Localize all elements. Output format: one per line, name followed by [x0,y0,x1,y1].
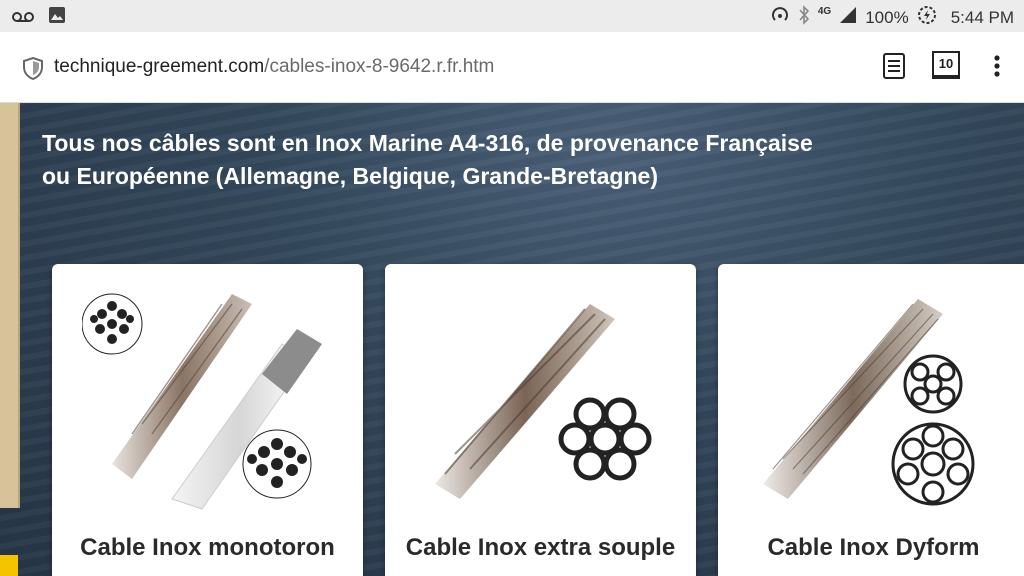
product-card-monotoron[interactable]: Cable Inox monotoron [52,264,363,576]
browser-toolbar: technique-greement.com/cables-inox-8-964… [0,32,1024,103]
signal-icon [839,6,857,29]
network-type: 4G [817,6,832,17]
reader-mode-icon[interactable] [882,52,906,85]
product-title[interactable]: Cable Inox Dyform [718,534,1024,562]
address-bar[interactable]: technique-greement.com/cables-inox-8-964… [54,56,494,78]
status-bar: 4G 100% 5:44 PM [0,0,1024,32]
battery-percent: 100% [865,7,909,27]
url-domain: technique-greement.com [54,56,265,77]
product-title[interactable]: Cable Inox monotoron [52,534,363,562]
tab-count: 10 [932,51,960,79]
voicemail-icon [12,8,34,28]
cable-extra-souple-image [435,304,652,499]
left-sidebar-strip [0,103,20,508]
image-icon [48,6,66,29]
headline-line-2: ou Européenne (Allemagne, Belgique, Gran… [42,163,658,189]
headline-line-1: Tous nos câbles sont en Inox Marine A4-3… [42,130,813,156]
clock: 5:44 PM [950,7,1014,27]
bluetooth-icon [798,5,810,30]
product-card-dyform[interactable]: Cable Inox Dyform [718,264,1024,576]
product-card-extra-souple[interactable]: Cable Inox extra souple [385,264,696,576]
more-menu-icon[interactable] [993,54,1001,83]
page-content: Tous nos câbles sont en Inox Marine A4-3… [0,103,1024,576]
left-sidebar-accent [0,555,18,576]
page-headline: Tous nos câbles sont en Inox Marine A4-3… [42,127,862,193]
tab-switcher-button[interactable]: 10 [932,51,960,79]
cable-dyform-image [763,299,975,506]
hotspot-icon [770,5,790,30]
battery-saver-icon [917,5,937,30]
site-security-shield-icon[interactable] [22,56,44,85]
product-title[interactable]: Cable Inox extra souple [385,534,696,562]
url-path: /cables-inox-8-9642.r.fr.htm [264,56,495,77]
cable-monotoron-image [82,293,322,510]
